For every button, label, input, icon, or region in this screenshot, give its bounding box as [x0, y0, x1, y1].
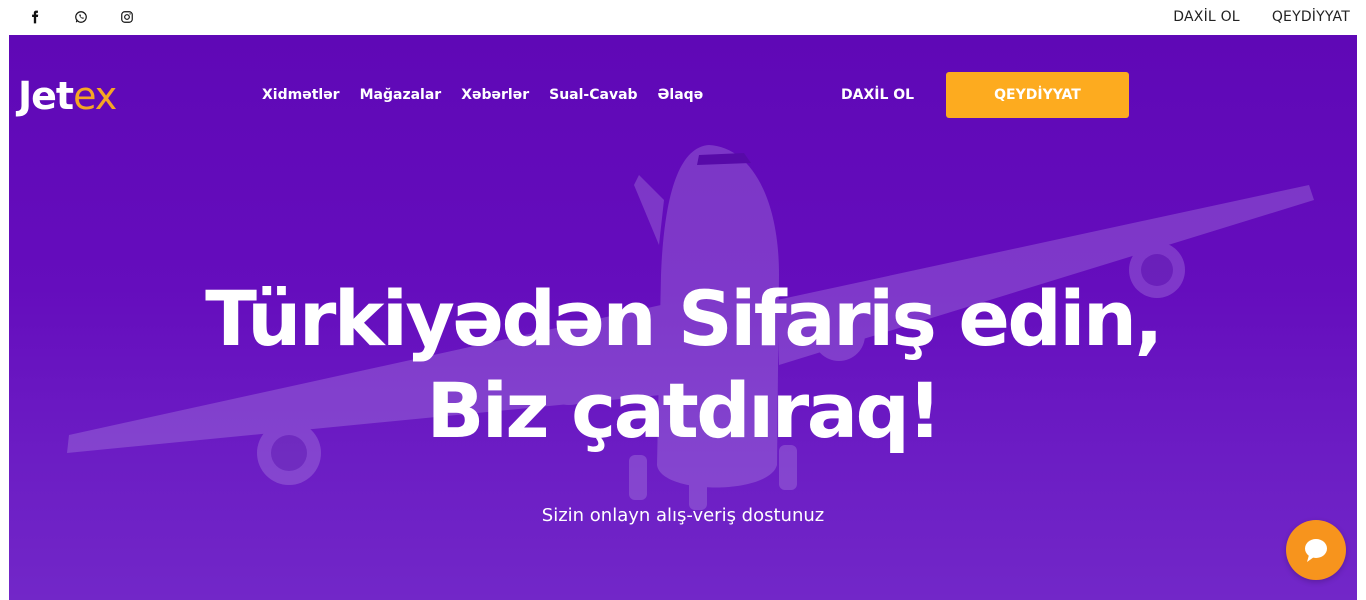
top-bar: DAXİL OL QEYDİYYAT — [0, 0, 1366, 35]
top-register-link[interactable]: QEYDİYYAT — [1272, 9, 1350, 25]
jetex-logo[interactable]: Jet ex — [18, 74, 117, 118]
nav-item-contact[interactable]: Əlaqə — [658, 87, 704, 103]
header-login-link[interactable]: DAXİL OL — [841, 87, 914, 103]
instagram-icon[interactable] — [104, 8, 150, 26]
top-account-links: DAXİL OL QEYDİYYAT — [1173, 9, 1350, 25]
nav-item-services[interactable]: Xidmətlər — [262, 87, 340, 103]
facebook-icon[interactable] — [12, 8, 58, 26]
header-register-button[interactable]: QEYDİYYAT — [946, 72, 1129, 118]
top-login-link[interactable]: DAXİL OL — [1173, 9, 1240, 25]
nav-item-faq[interactable]: Sual-Cavab — [549, 87, 637, 103]
social-links — [12, 8, 150, 26]
logo-text-ex: ex — [73, 74, 117, 118]
main-nav: Xidmətlər Mağazalar Xəbərlər Sual-Cavab … — [262, 87, 703, 103]
logo-text-jet: Jet — [18, 74, 74, 118]
whatsapp-icon[interactable] — [58, 8, 104, 26]
hero-subtitle: Sizin onlayn alış-veriş dostunuz — [541, 505, 825, 526]
hero-headline-line2: Biz çatdıraq! — [426, 366, 942, 455]
nav-item-news[interactable]: Xəbərlər — [461, 87, 529, 103]
hero-section: Jet ex Xidmətlər Mağazalar Xəbərlər Sual… — [9, 35, 1357, 600]
chat-widget-button[interactable] — [1286, 520, 1346, 580]
hero-headline-line1: Türkiyədən Sifariş edin, — [205, 274, 1163, 363]
hero-headline: Türkiyədən Sifariş edin, Biz çatdıraq! — [9, 273, 1357, 457]
nav-item-stores[interactable]: Mağazalar — [360, 87, 442, 103]
chat-bubble-icon — [1305, 539, 1327, 562]
